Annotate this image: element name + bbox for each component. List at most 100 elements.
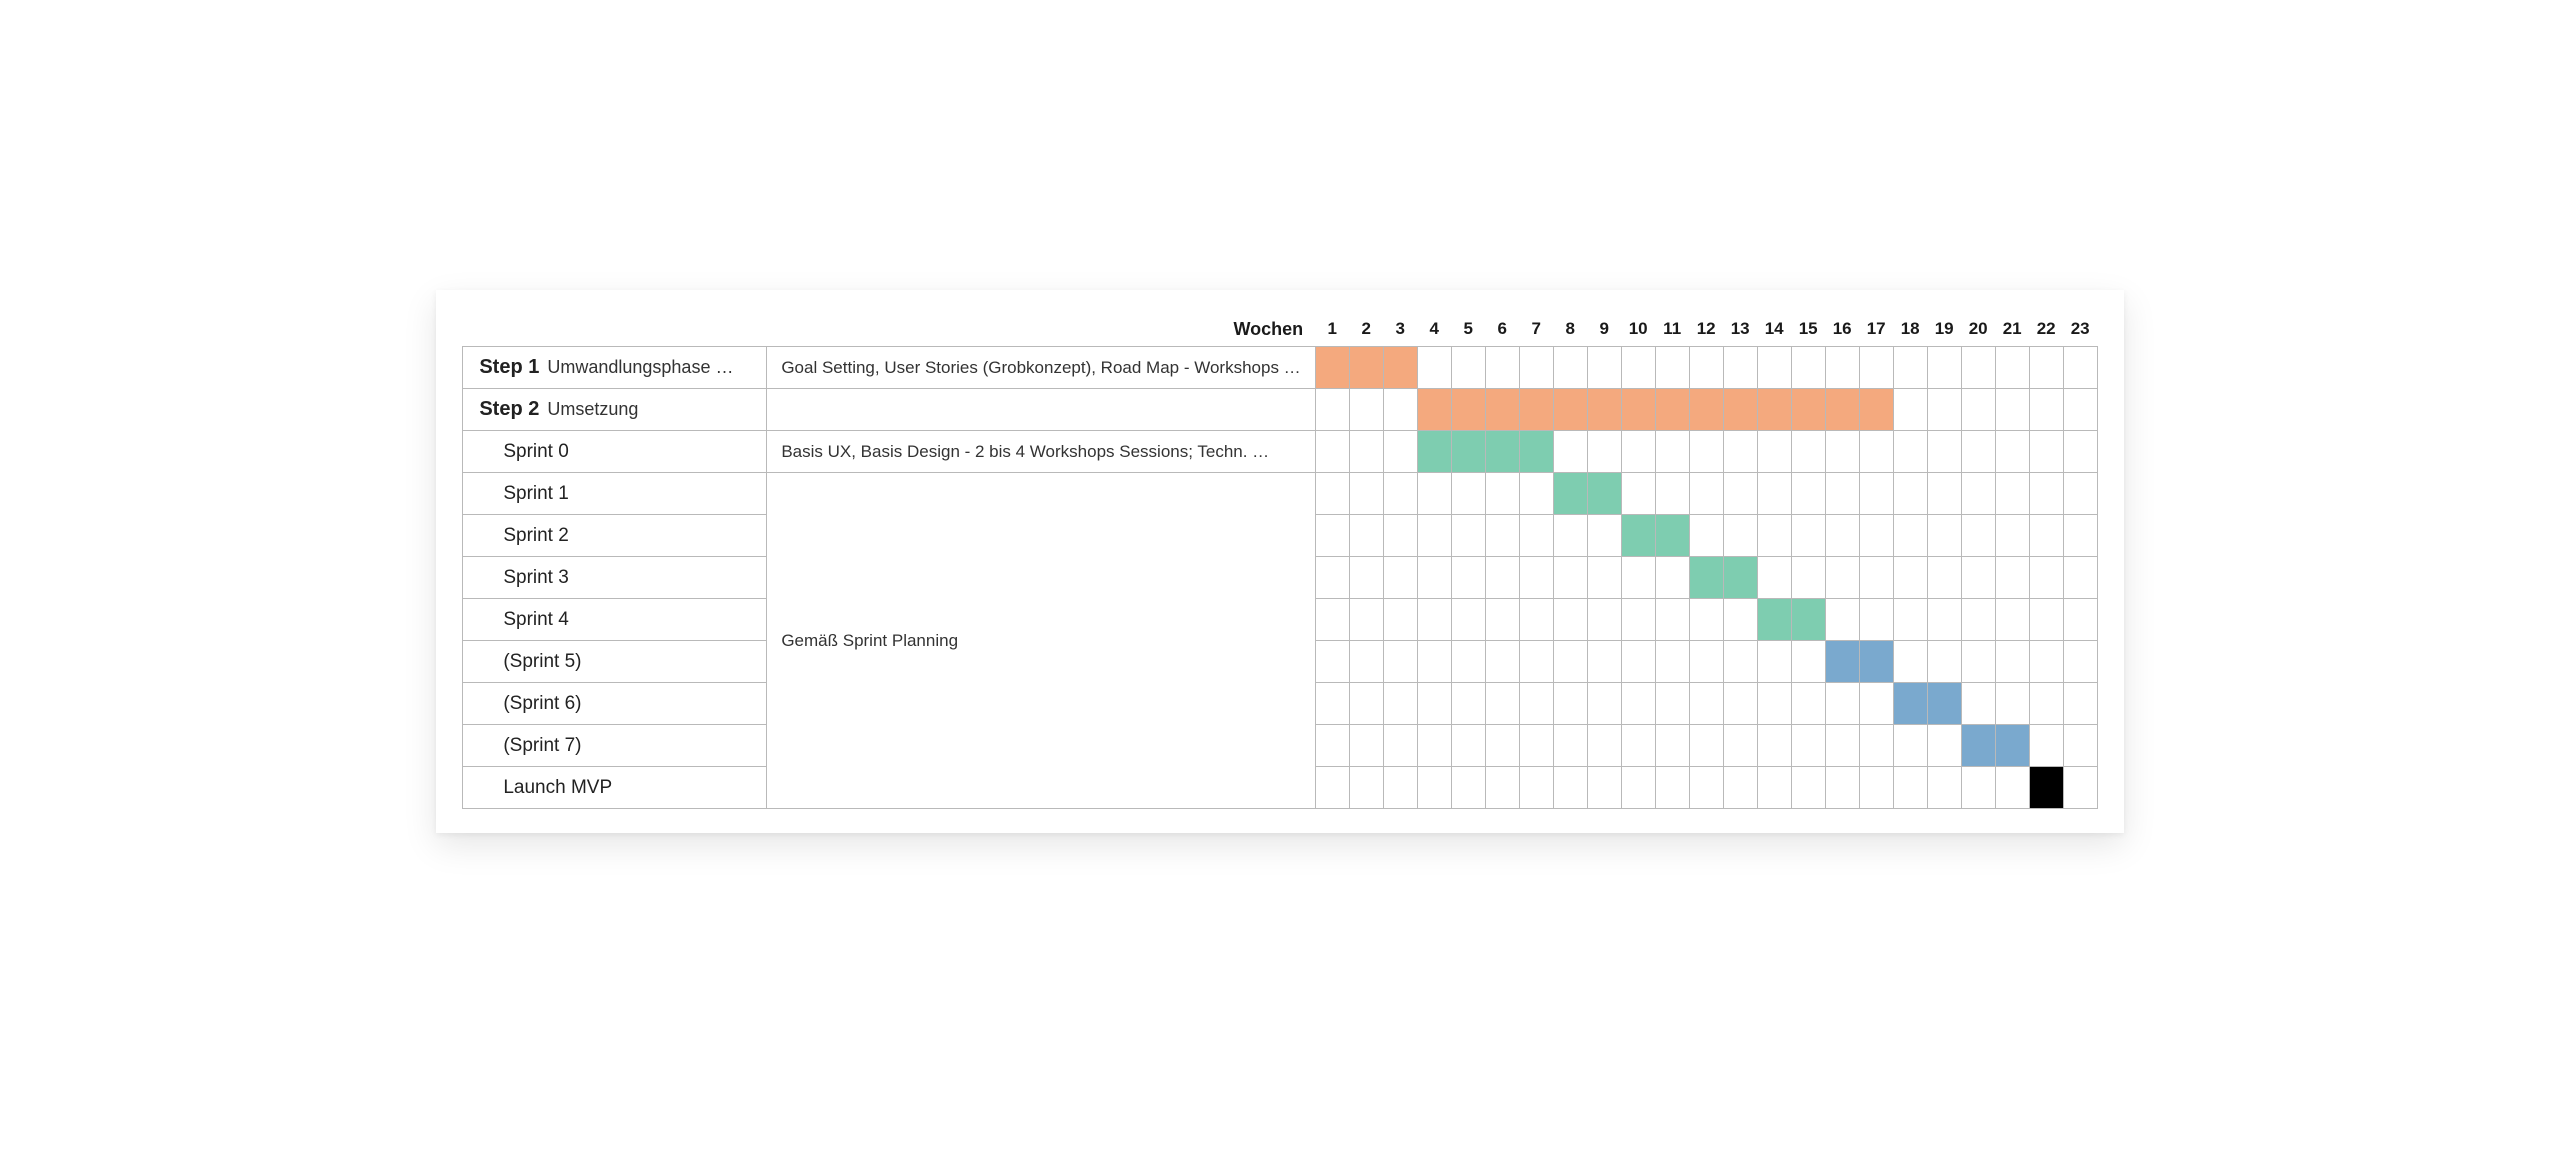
gantt-cell: [1723, 767, 1757, 809]
row-name: Sprint 3: [463, 557, 767, 599]
gantt-cell: [1893, 725, 1927, 767]
gantt-cell: [1859, 683, 1893, 725]
row-name: (Sprint 6): [463, 683, 767, 725]
gantt-cell: [1995, 473, 2029, 515]
gantt-cell: [1315, 431, 1349, 473]
gantt-cell: [1553, 725, 1587, 767]
gantt-cell: [1689, 557, 1723, 599]
gantt-cell: [1349, 557, 1383, 599]
gantt-cell: [1995, 683, 2029, 725]
week-header: 6: [1485, 312, 1519, 347]
gantt-cell: [1825, 641, 1859, 683]
gantt-cell: [1655, 725, 1689, 767]
gantt-cell: [1519, 515, 1553, 557]
row-step-label: Step 2: [479, 398, 539, 420]
gantt-cell: [1995, 515, 2029, 557]
gantt-cell: [1927, 347, 1961, 389]
row-name: Step 1Umwandlungsphase …: [463, 347, 767, 389]
gantt-cell: [1825, 473, 1859, 515]
row-name-label: Sprint 2: [503, 525, 568, 546]
gantt-cell: [1587, 473, 1621, 515]
week-header: 4: [1417, 312, 1451, 347]
gantt-cell: [1315, 599, 1349, 641]
gantt-cell: [1519, 557, 1553, 599]
row-desc: Goal Setting, User Stories (Grobkonzept)…: [767, 347, 1315, 389]
gantt-cell: [1349, 389, 1383, 431]
gantt-cell: [1689, 683, 1723, 725]
gantt-cell: [1587, 347, 1621, 389]
gantt-cell: [1825, 515, 1859, 557]
gantt-cell: [1485, 389, 1519, 431]
gantt-cell: [1587, 389, 1621, 431]
gantt-cell: [1859, 641, 1893, 683]
gantt-cell: [1757, 431, 1791, 473]
gantt-cell: [1519, 599, 1553, 641]
gantt-cell: [1859, 725, 1893, 767]
gantt-cell: [1893, 515, 1927, 557]
gantt-cell: [1791, 767, 1825, 809]
gantt-cell: [1655, 473, 1689, 515]
gantt-cell: [1723, 515, 1757, 557]
week-header: 15: [1791, 312, 1825, 347]
row-name-label: (Sprint 5): [503, 651, 581, 672]
gantt-cell: [1451, 389, 1485, 431]
gantt-cell: [1723, 347, 1757, 389]
gantt-cell: [1417, 389, 1451, 431]
gantt-cell: [1791, 473, 1825, 515]
gantt-cell: [1451, 683, 1485, 725]
gantt-cell: [2029, 431, 2063, 473]
gantt-cell: [1791, 515, 1825, 557]
gantt-cell: [2063, 389, 2097, 431]
gantt-cell: [1553, 767, 1587, 809]
gantt-cell: [1961, 557, 1995, 599]
gantt-cell: [1553, 683, 1587, 725]
gantt-cell: [1349, 347, 1383, 389]
gantt-cell: [1315, 725, 1349, 767]
gantt-cell: [1485, 431, 1519, 473]
gantt-cell: [1893, 767, 1927, 809]
gantt-cell: [1723, 725, 1757, 767]
gantt-cell: [1723, 389, 1757, 431]
row-name-label: Sprint 3: [503, 567, 568, 588]
gantt-cell: [1519, 641, 1553, 683]
gantt-cell: [1927, 557, 1961, 599]
row-desc-group: Gemäß Sprint Planning: [767, 473, 1315, 809]
gantt-cell: [1723, 431, 1757, 473]
gantt-cell: [1689, 389, 1723, 431]
gantt-cell: [1417, 557, 1451, 599]
gantt-cell: [1621, 347, 1655, 389]
gantt-cell: [1689, 641, 1723, 683]
gantt-cell: [1689, 347, 1723, 389]
gantt-cell: [2029, 725, 2063, 767]
gantt-cell: [1859, 347, 1893, 389]
gantt-cell: [1383, 347, 1417, 389]
week-header: 18: [1893, 312, 1927, 347]
gantt-cell: [1825, 767, 1859, 809]
gantt-cell: [1451, 347, 1485, 389]
gantt-cell: [1961, 389, 1995, 431]
gantt-cell: [1621, 641, 1655, 683]
gantt-cell: [1553, 641, 1587, 683]
gantt-cell: [1349, 641, 1383, 683]
gantt-cell: [1961, 599, 1995, 641]
gantt-row: Sprint 1Gemäß Sprint Planning: [463, 473, 2097, 515]
gantt-cell: [1893, 641, 1927, 683]
row-name: Sprint 1: [463, 473, 767, 515]
week-header: 23: [2063, 312, 2097, 347]
gantt-cell: [1519, 473, 1553, 515]
gantt-cell: [1553, 389, 1587, 431]
row-name-label: Sprint 0: [503, 441, 568, 462]
gantt-cell: [1519, 767, 1553, 809]
gantt-cell: [1655, 641, 1689, 683]
gantt-cell: [1587, 515, 1621, 557]
gantt-cell: [1519, 683, 1553, 725]
week-header: 14: [1757, 312, 1791, 347]
row-name-label: Sprint 1: [503, 483, 568, 504]
gantt-cell: [1927, 473, 1961, 515]
gantt-cell: [1621, 515, 1655, 557]
gantt-cell: [1417, 515, 1451, 557]
gantt-cell: [1349, 431, 1383, 473]
gantt-cell: [1485, 473, 1519, 515]
gantt-cell: [1893, 599, 1927, 641]
gantt-cell: [1961, 683, 1995, 725]
